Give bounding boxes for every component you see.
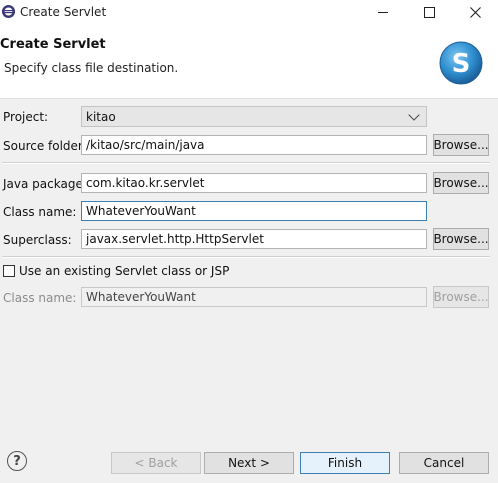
separator (2, 162, 490, 164)
source-folder-browse-button[interactable]: Browse... (433, 134, 489, 156)
svg-text:S: S (452, 49, 471, 79)
existing-class-name-label: Class name: (3, 291, 77, 305)
minimize-button[interactable] (360, 0, 406, 24)
finish-button[interactable]: Finish (300, 452, 390, 474)
close-icon (469, 6, 481, 18)
project-value: kitao (86, 109, 116, 124)
minimize-icon (378, 11, 388, 13)
maximize-button[interactable] (406, 0, 452, 24)
title-bar: Create Servlet (0, 0, 498, 24)
cancel-button[interactable]: Cancel (399, 452, 489, 474)
source-folder-input[interactable]: /kitao/src/main/java (81, 135, 427, 155)
use-existing-label[interactable]: Use an existing Servlet class or JSP (19, 264, 229, 278)
existing-class-browse-button: Browse... (433, 286, 489, 308)
java-package-label: Java package: (3, 177, 87, 191)
maximize-icon (423, 6, 435, 18)
banner-title: Create Servlet (0, 37, 106, 52)
superclass-label: Superclass: (3, 233, 72, 247)
wizard-banner: Create Servlet Specify class file destin… (0, 24, 498, 99)
separator (2, 256, 490, 258)
class-name-label: Class name: (3, 205, 77, 219)
java-package-browse-button[interactable]: Browse... (433, 172, 489, 194)
project-label: Project: (3, 110, 49, 124)
java-package-input[interactable]: com.kitao.kr.servlet (81, 173, 427, 193)
back-button: < Back (111, 452, 201, 474)
superclass-input[interactable]: javax.servlet.http.HttpServlet (81, 229, 427, 249)
existing-class-name-input: WhateverYouWant (81, 287, 427, 307)
banner-description: Specify class file destination. (4, 61, 179, 75)
servlet-logo-icon: S (439, 41, 483, 85)
help-icon[interactable]: ? (7, 451, 27, 471)
project-combo[interactable]: kitao (81, 106, 427, 127)
use-existing-checkbox[interactable] (3, 265, 15, 277)
superclass-browse-button[interactable]: Browse... (433, 228, 489, 250)
eclipse-app-icon (2, 5, 15, 18)
window-title: Create Servlet (20, 5, 107, 19)
chevron-down-icon (408, 108, 420, 121)
next-button[interactable]: Next > (204, 452, 294, 474)
class-name-input[interactable]: WhateverYouWant (81, 201, 427, 221)
source-folder-label: Source folder: (3, 139, 87, 153)
close-button[interactable] (452, 0, 498, 24)
